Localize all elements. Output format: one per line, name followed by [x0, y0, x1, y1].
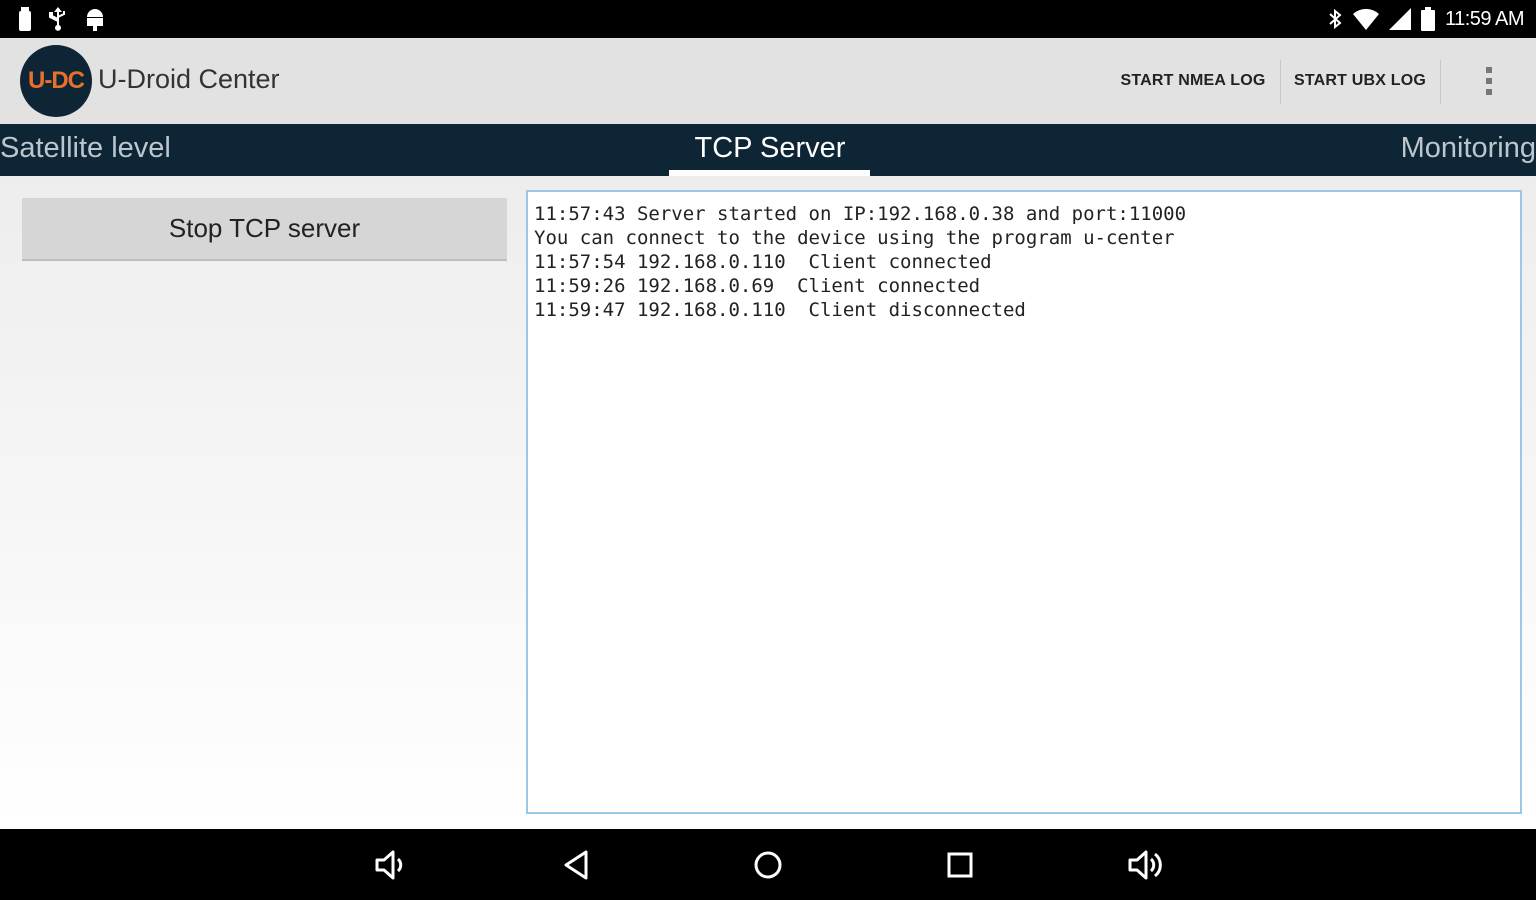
volume-down-icon[interactable] — [367, 843, 413, 887]
stop-tcp-server-button[interactable]: Stop TCP server — [22, 198, 507, 261]
log-line: 11:57:54 192.168.0.110 Client connected — [534, 251, 992, 273]
back-icon[interactable] — [554, 843, 600, 887]
navigation-bar — [0, 829, 1536, 900]
log-line: 11:59:47 192.168.0.110 Client disconnect… — [534, 299, 1026, 321]
home-icon[interactable] — [745, 843, 791, 887]
tab-tcp-server[interactable]: TCP Server — [670, 124, 870, 176]
app-logo-text: U-DC — [28, 67, 85, 94]
action-separator — [1280, 60, 1281, 104]
volume-up-icon[interactable] — [1123, 843, 1169, 887]
more-vert-icon[interactable] — [1468, 52, 1510, 110]
android-debug-icon — [84, 7, 106, 31]
app-title: U-Droid Center — [98, 64, 280, 94]
bluetooth-icon — [1327, 7, 1343, 31]
server-log[interactable]: 11:57:43 Server started on IP:192.168.0.… — [526, 190, 1522, 814]
notification-icon — [18, 7, 32, 31]
tcp-server-panel: Stop TCP server 11:57:43 Server started … — [0, 176, 1536, 829]
cell-signal-icon — [1388, 8, 1411, 30]
tab-strip: Satellite level TCP Server Monitoring — [0, 124, 1536, 176]
status-bar: 11:59 AM — [0, 0, 1536, 38]
start-ubx-log-button[interactable]: START UBX LOG — [1286, 52, 1434, 110]
status-left-icons — [18, 6, 106, 32]
start-nmea-log-button[interactable]: START NMEA LOG — [1112, 52, 1274, 110]
log-line: You can connect to the device using the … — [534, 227, 1175, 249]
battery-icon — [1420, 7, 1435, 31]
status-right-icons: 11:59 AM — [1327, 6, 1525, 32]
log-line: 11:57:43 Server started on IP:192.168.0.… — [534, 203, 1187, 225]
recents-icon[interactable] — [937, 843, 983, 887]
action-separator — [1440, 60, 1441, 104]
app-logo: U-DC — [20, 45, 92, 117]
usb-icon — [48, 7, 68, 31]
tab-monitoring[interactable]: Monitoring — [1401, 124, 1536, 176]
action-bar: U-DC U-Droid Center START NMEA LOG START… — [0, 38, 1536, 124]
log-line: 11:59:26 192.168.0.69 Client connected — [534, 275, 981, 297]
wifi-icon — [1352, 8, 1379, 30]
status-clock: 11:59 AM — [1444, 7, 1525, 30]
tab-satellite-level[interactable]: Satellite level — [0, 124, 171, 176]
